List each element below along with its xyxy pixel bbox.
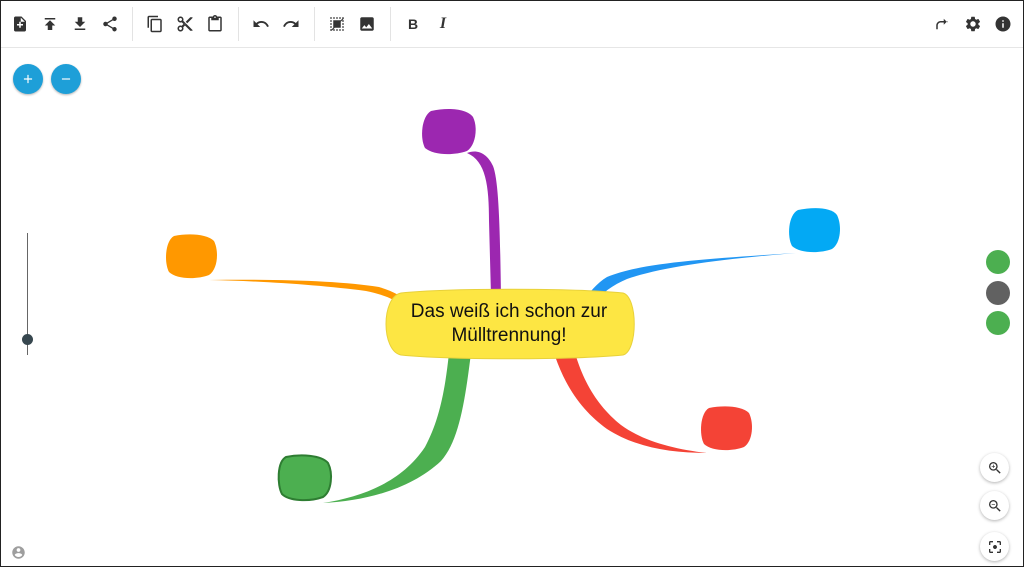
branch-red <box>555 353 707 453</box>
add-node-button[interactable] <box>13 64 43 94</box>
node-purple[interactable] <box>422 109 476 155</box>
zoom-slider-thumb[interactable] <box>22 334 33 345</box>
color-swatch-gray[interactable] <box>986 281 1010 305</box>
zoom-out-button[interactable] <box>980 491 1009 520</box>
center-focus-icon <box>988 540 1001 553</box>
zoom-in-icon <box>988 461 1001 474</box>
fit-view-button[interactable] <box>980 532 1009 561</box>
color-swatch-green[interactable] <box>986 250 1010 274</box>
center-node[interactable] <box>385 288 635 360</box>
node-blue[interactable] <box>789 208 840 253</box>
minus-icon <box>61 78 71 80</box>
branch-orange <box>209 279 409 306</box>
branch-purple <box>467 151 501 296</box>
node-orange[interactable] <box>166 234 217 279</box>
zoom-in-button[interactable] <box>980 453 1009 482</box>
color-swatch-green-2[interactable] <box>986 311 1010 335</box>
node-red[interactable] <box>701 406 752 451</box>
zoom-out-icon <box>988 499 1001 512</box>
branch-green <box>323 353 471 503</box>
plus-icon <box>23 74 33 84</box>
user-avatar-icon[interactable] <box>11 545 26 560</box>
mindmap-canvas[interactable] <box>1 1 1023 566</box>
node-green[interactable] <box>277 454 332 502</box>
mindmap-app: B I Das weiß ich schon zur Mülltrennung! <box>0 0 1024 567</box>
remove-node-button[interactable] <box>51 64 81 94</box>
